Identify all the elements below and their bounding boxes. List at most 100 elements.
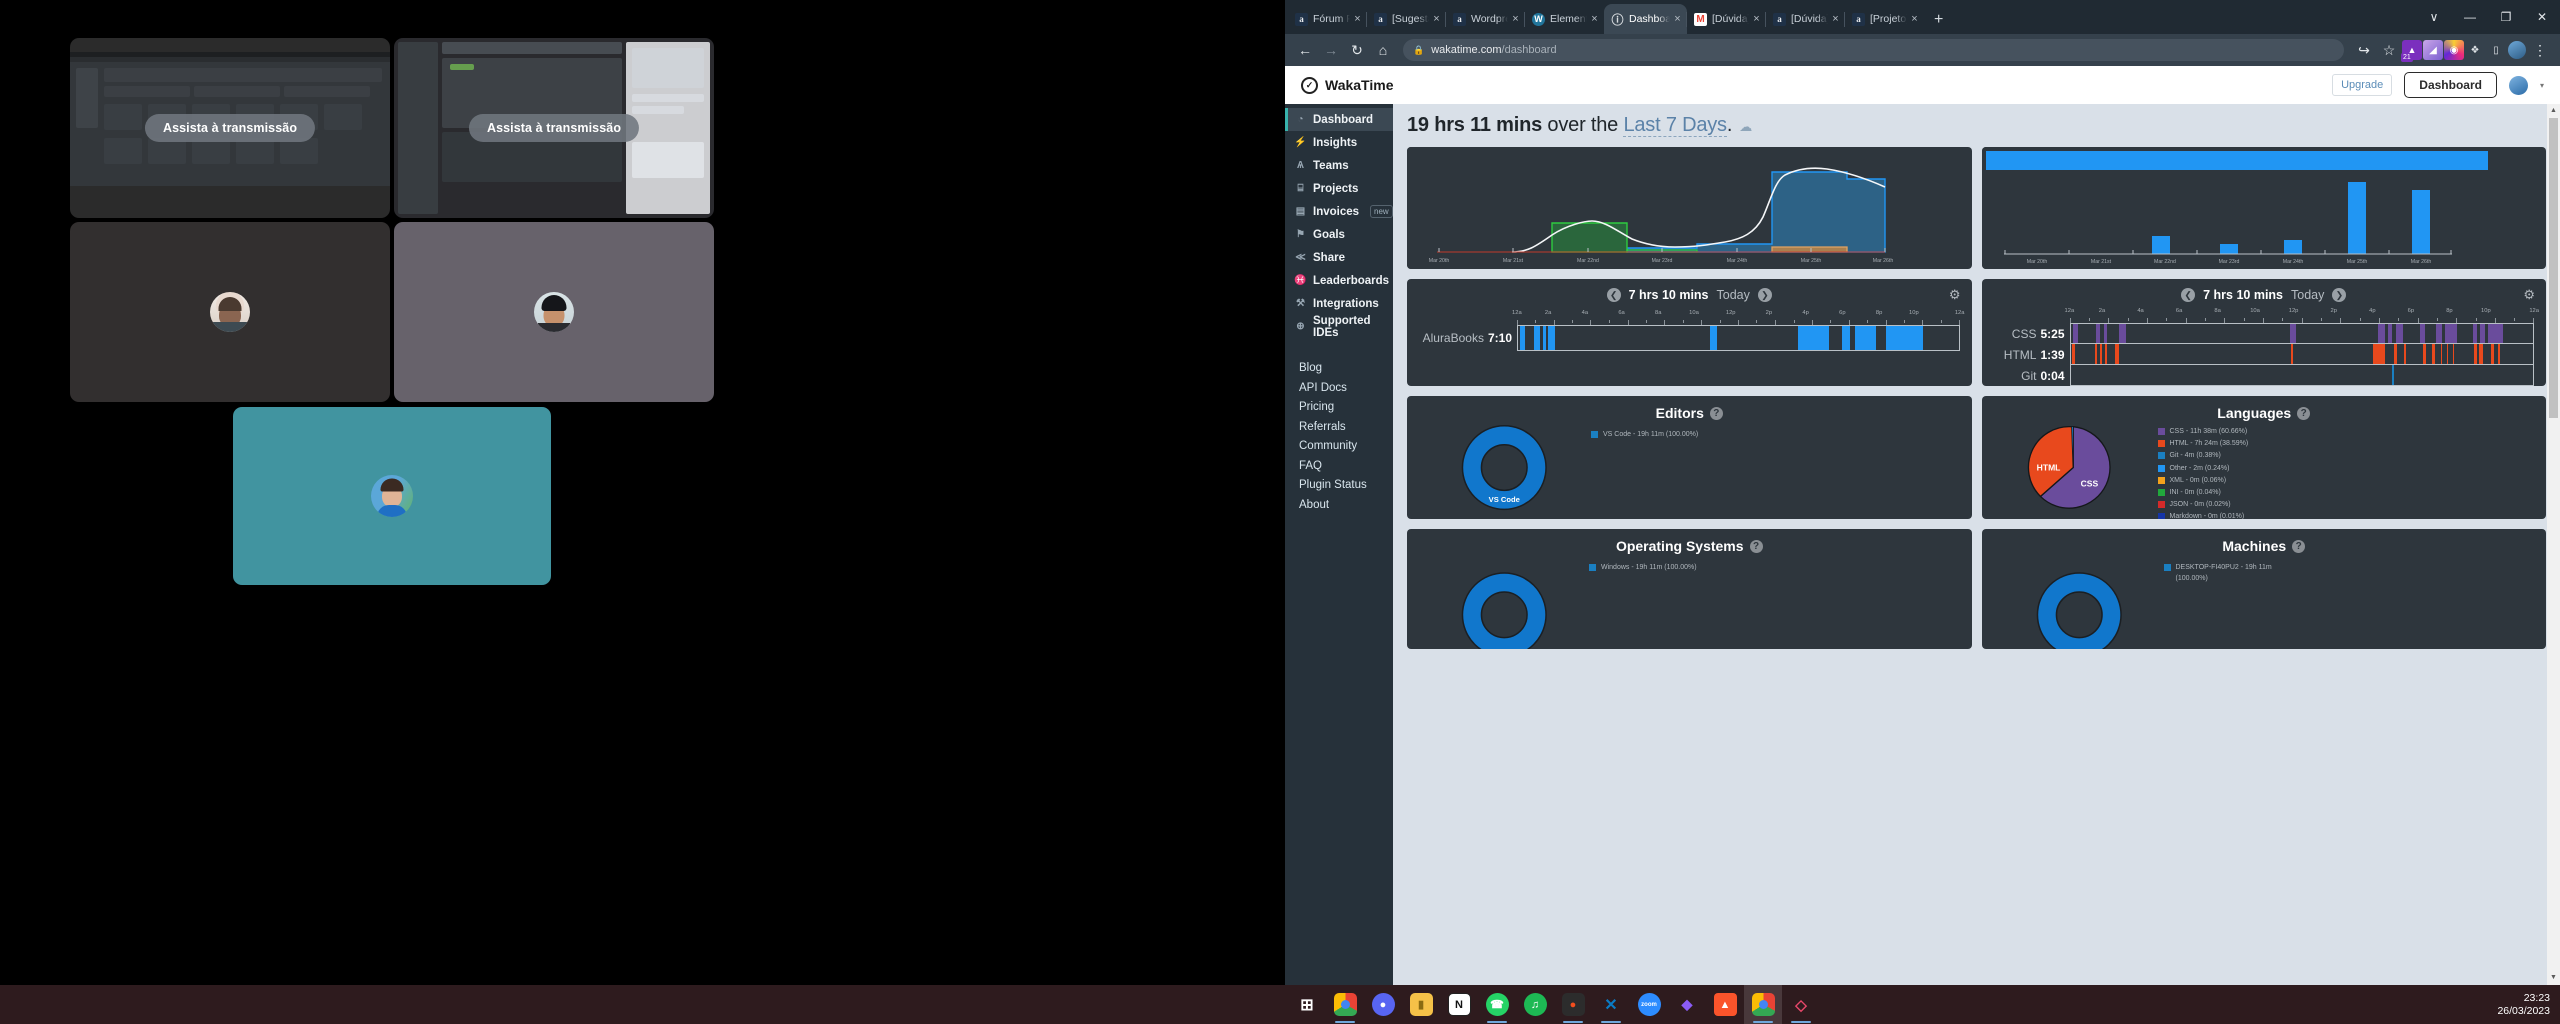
sidebar-item-projects[interactable]: ⌸ Projects — [1285, 177, 1393, 200]
editors-donut[interactable]: VS Code — [1429, 421, 1589, 516]
help-icon[interactable]: ? — [1709, 406, 1723, 420]
page-scrollbar[interactable]: ▲ ▼ — [2547, 104, 2560, 985]
maximize-button[interactable]: ❐ — [2488, 10, 2524, 24]
sidebar-item-dashboard[interactable]: ◔ Dashboard — [1285, 108, 1393, 131]
bookmark-star-icon[interactable]: ☆ — [2377, 38, 2401, 62]
machines-donut[interactable] — [2004, 554, 2164, 649]
next-day-button[interactable]: ❯ — [1757, 288, 1772, 302]
scrollbar-thumb[interactable] — [2549, 118, 2558, 418]
file-explorer-taskbar-icon[interactable]: ▮ — [1402, 985, 1440, 1024]
sidebar-item-goals[interactable]: ⚑ Goals — [1285, 223, 1393, 246]
close-icon[interactable]: × — [1589, 13, 1600, 25]
scroll-down-arrow[interactable]: ▼ — [2547, 971, 2560, 985]
instagram-extension-icon[interactable]: ◉ — [2444, 40, 2464, 60]
dashboard-button[interactable]: Dashboard — [2404, 72, 2497, 98]
legend-item[interactable]: XML - 0m (0.06%) — [2157, 475, 2298, 486]
whatsapp-taskbar-icon[interactable]: ☎ — [1478, 985, 1516, 1024]
figma-taskbar-icon[interactable]: ● — [1554, 985, 1592, 1024]
sidebar-link-about[interactable]: About — [1299, 497, 1393, 513]
gear-icon[interactable]: ⚙ — [2523, 287, 2535, 303]
upgrade-button[interactable]: Upgrade — [2332, 74, 2393, 96]
legend-item[interactable]: HTML - 7h 24m (38.59%) — [2157, 438, 2298, 449]
obsidian-taskbar-icon[interactable]: ◆ — [1668, 985, 1706, 1024]
sidebar-link-blog[interactable]: Blog — [1299, 360, 1393, 376]
spotify-taskbar-icon[interactable]: ♫ — [1516, 985, 1554, 1024]
browser-tab[interactable]: a [Sugestão] × — [1366, 4, 1446, 34]
sidebar-link-referrals[interactable]: Referrals — [1299, 419, 1393, 435]
close-icon[interactable]: × — [1431, 13, 1442, 25]
chrome-taskbar-icon[interactable] — [1326, 985, 1364, 1024]
legend-item[interactable]: VS Code - 19h 11m (100.00%) — [1591, 429, 1721, 440]
prev-day-button[interactable]: ❮ — [2181, 288, 2196, 302]
watch-stream-button-1[interactable]: Assista à transmissão — [144, 114, 316, 142]
sidebar-item-supported-ides[interactable]: ⊕ Supported IDEs — [1285, 315, 1393, 339]
sidepanel-icon[interactable]: ▯ — [2486, 40, 2506, 60]
legend-item[interactable]: DESKTOP-FI40PU2 - 19h 11m (100.00%) — [2163, 562, 2294, 584]
notion-taskbar-icon[interactable]: N — [1440, 985, 1478, 1024]
browser-menu-icon[interactable]: ⋮ — [2528, 38, 2552, 62]
timeline-track[interactable] — [2069, 323, 2534, 344]
operating-systems-donut[interactable] — [1429, 554, 1589, 649]
sidebar-link-community[interactable]: Community — [1299, 438, 1393, 454]
next-day-button[interactable]: ❯ — [2332, 288, 2347, 302]
new-tab-button[interactable]: + — [1924, 11, 1953, 34]
download-icon[interactable]: ☁ — [1739, 119, 1752, 134]
back-icon[interactable]: ← — [1293, 38, 1317, 62]
address-bar[interactable]: 🔒 wakatime.com/dashboard — [1403, 39, 2344, 61]
browser-tab[interactable]: W Elementor × — [1524, 4, 1604, 34]
legend-item[interactable]: Markdown - 0m (0.01%) — [2157, 511, 2298, 519]
languages-pie[interactable]: HTML CSS — [1998, 421, 2158, 516]
avatar[interactable] — [2508, 75, 2528, 95]
sidebar-item-leaderboards[interactable]: ♓ Leaderboards — [1285, 269, 1393, 292]
browser-tab-active[interactable]: ⓘ Dashboard × — [1604, 4, 1687, 34]
close-window-button[interactable]: ✕ — [2524, 10, 2560, 24]
sidebar-link-api-docs[interactable]: API Docs — [1299, 380, 1393, 396]
sidebar-link-plugin-status[interactable]: Plugin Status — [1299, 477, 1393, 493]
close-icon[interactable]: × — [1909, 13, 1920, 25]
date-range-link[interactable]: Last 7 Days — [1623, 114, 1727, 137]
screenshare-tile-1[interactable]: Assista à transmissão — [70, 38, 390, 218]
reload-icon[interactable]: ↻ — [1345, 38, 1369, 62]
close-icon[interactable]: × — [1751, 13, 1762, 25]
share-icon[interactable]: ↪ — [2352, 38, 2376, 62]
close-icon[interactable]: × — [1830, 13, 1841, 25]
vscode-taskbar-icon[interactable]: ✕ — [1592, 985, 1630, 1024]
sidebar-item-teams[interactable]: Ѧ Teams — [1285, 154, 1393, 177]
browser-tab[interactable]: a Wordpress × — [1445, 4, 1525, 34]
zoom-taskbar-icon[interactable]: zoom — [1630, 985, 1668, 1024]
timeline-row-html[interactable]: HTML 1:39 — [1992, 344, 2534, 365]
colorzilla-extension-icon[interactable]: ◢ — [2423, 40, 2443, 60]
browser-tab[interactable]: a [Projeto] te × — [1844, 4, 1924, 34]
wakatime-logo[interactable]: ✓ WakaTime — [1301, 76, 1393, 94]
participant-tile-3[interactable] — [233, 407, 551, 585]
timeline-track[interactable] — [1517, 325, 1960, 351]
minimize-button[interactable]: — — [2452, 10, 2488, 24]
sidebar-item-share[interactable]: ≪ Share — [1285, 246, 1393, 269]
browser-tab[interactable]: a [Dúvida] Ex × — [1765, 4, 1845, 34]
gear-icon[interactable]: ⚙ — [1949, 287, 1961, 303]
discord-taskbar-icon[interactable]: ● — [1364, 985, 1402, 1024]
daily-coding-hours-bar[interactable]: Mar 20th Mar 21st Mar 22nd Mar 23rd Mar … — [1981, 147, 2547, 269]
sidebar-item-integrations[interactable]: ⚒ Integrations — [1285, 292, 1393, 315]
avatar[interactable] — [2507, 40, 2527, 60]
legend-item[interactable]: Windows - 19h 11m (100.00%) — [1589, 562, 1719, 573]
legend-item[interactable]: Git - 4m (0.38%) — [2157, 450, 2298, 461]
prev-day-button[interactable]: ❮ — [1606, 288, 1621, 302]
weekly-coding-activity-area[interactable]: Mar 20th Mar 21st Mar 22nd Mar 23rd Mar … — [1407, 147, 1972, 269]
legend-item[interactable]: INI - 0m (0.04%) — [2157, 487, 2298, 498]
tab-search-icon[interactable]: ∨ — [2416, 10, 2452, 24]
puzzle-extension-icon[interactable]: ❖ — [2465, 40, 2485, 60]
chevron-down-icon[interactable]: ▾ — [2540, 81, 2544, 90]
sidebar-item-insights[interactable]: ⚡ Insights — [1285, 131, 1393, 154]
legend-item[interactable]: Other - 2m (0.24%) — [2157, 463, 2298, 474]
lastpass-extension-icon[interactable]: ▲ 21 — [2401, 40, 2422, 62]
timeline-track[interactable] — [2069, 365, 2534, 386]
help-icon[interactable]: ? — [2297, 406, 2311, 420]
forward-icon[interactable]: → — [1319, 38, 1343, 62]
screenshare-tile-2[interactable]: Assista à transmissão — [394, 38, 714, 218]
help-icon[interactable]: ? — [2292, 539, 2306, 553]
scroll-up-arrow[interactable]: ▲ — [2547, 104, 2560, 118]
sidebar-item-invoices[interactable]: ▤ Invoices new — [1285, 200, 1393, 223]
sidebar-link-faq[interactable]: FAQ — [1299, 458, 1393, 474]
close-icon[interactable]: × — [1672, 13, 1683, 25]
